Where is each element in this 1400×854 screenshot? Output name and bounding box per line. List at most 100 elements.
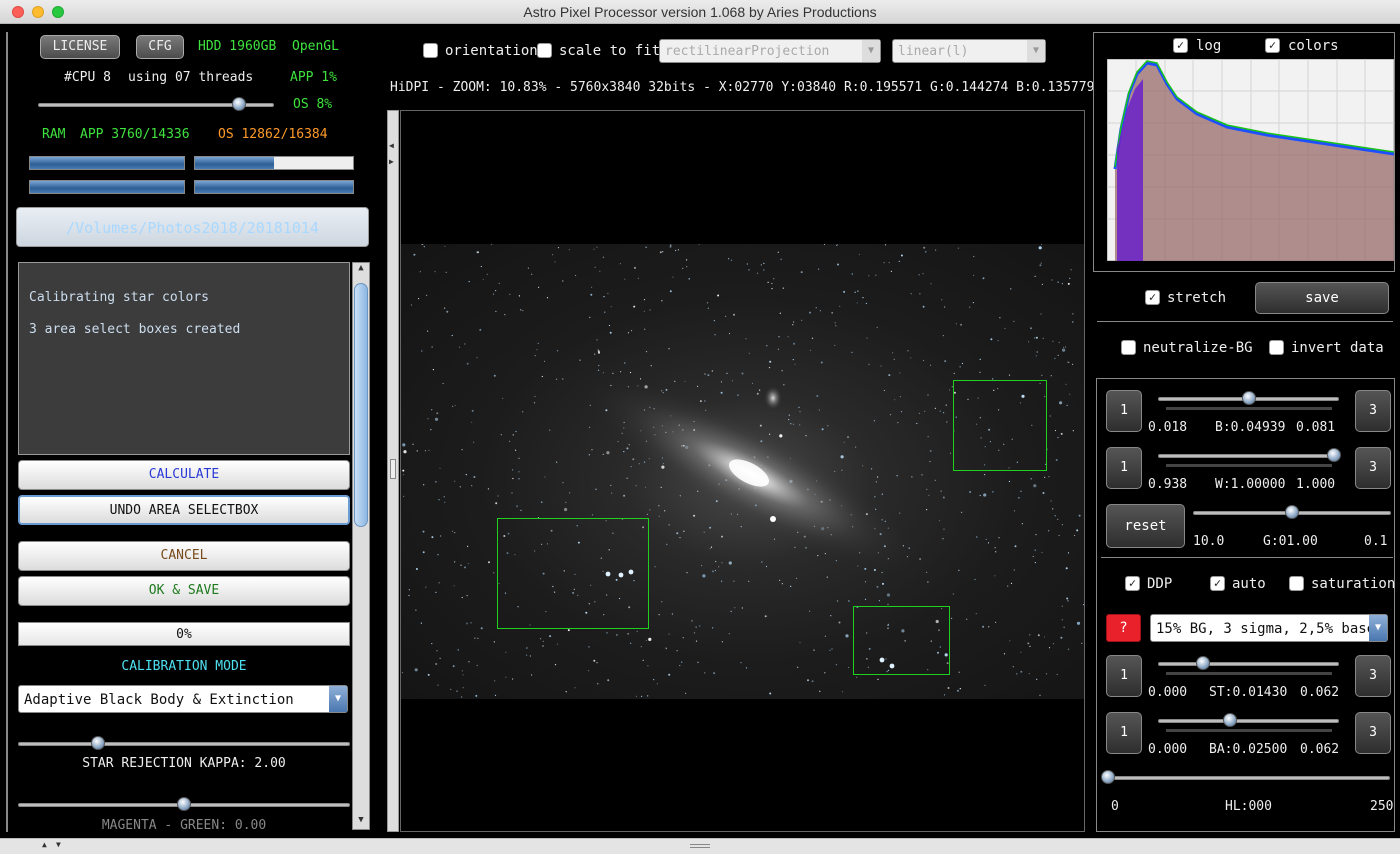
star [437,554,439,556]
magenta-green-slider-knob[interactable] [177,797,191,811]
star [838,621,841,624]
help-button[interactable]: ? [1106,614,1141,642]
scroll-up-icon[interactable]: ▲ [354,263,368,277]
star [728,561,732,565]
star [549,635,552,638]
b-slider-knob[interactable] [1241,391,1256,405]
w-slider-track[interactable] [1158,454,1339,458]
star [643,299,646,301]
star [477,637,479,639]
star [454,404,456,407]
st-slider-track[interactable] [1158,662,1339,666]
orientation-checkbox[interactable] [423,43,438,58]
stretch-checkbox[interactable]: ✓ [1145,290,1160,305]
star [831,312,833,314]
star [841,691,844,693]
colors-checkbox[interactable]: ✓ [1265,38,1280,53]
ba-slider-track[interactable] [1158,719,1339,723]
st-decrease-button[interactable]: 1 [1106,655,1142,697]
star [1040,244,1042,245]
resize-grip-icon[interactable] [690,844,710,848]
st-increase-button[interactable]: 3 [1355,655,1391,697]
area-selectbox-2[interactable] [497,518,649,629]
area-selectbox-3[interactable] [853,606,950,675]
calibration-mode-select[interactable]: Adaptive Black Body & Extinction ▼ [18,685,348,713]
save-button[interactable]: save [1255,282,1389,314]
chevron-up-icon[interactable]: ▲ [42,840,47,849]
star [702,574,706,578]
undo-area-selectbox-button[interactable]: UNDO AREA SELECTBOX [18,495,350,525]
ddp-preset-select[interactable]: 15% BG, 3 sigma, 2,5% base ▼ [1150,614,1388,642]
star [537,342,539,344]
reset-button[interactable]: reset [1106,504,1185,548]
kappa-slider-knob[interactable] [90,736,105,750]
w-slider-knob[interactable] [1326,448,1341,462]
progress-bar-2 [194,156,354,170]
chevron-down-icon[interactable]: ▼ [862,40,880,62]
w-increase-button[interactable]: 3 [1355,447,1391,489]
invert-data-checkbox[interactable] [1269,340,1284,355]
star [998,537,1000,539]
chevron-left-icon[interactable]: ◀ [389,141,394,150]
projection-select[interactable]: rectilinearProjection ▼ [659,39,881,63]
star [1048,530,1050,532]
cfg-button[interactable]: CFG [136,35,184,59]
chevron-down-icon[interactable]: ▼ [1369,615,1387,641]
star [1081,642,1083,644]
cancel-button[interactable]: CANCEL [18,541,350,571]
stretch-mode-select[interactable]: linear(l) ▼ [892,39,1046,63]
astro-image[interactable] [401,244,1084,699]
star [662,251,664,253]
b-increase-button[interactable]: 3 [1355,390,1391,432]
console-line-1: Calibrating star colors [29,290,210,305]
license-button[interactable]: LICENSE [40,35,120,59]
chevron-down-icon[interactable]: ▼ [56,840,61,849]
ba-increase-button[interactable]: 3 [1355,712,1391,754]
star [562,280,564,282]
star [880,365,882,367]
stretch-controls-panel [1096,378,1395,832]
chevron-right-icon[interactable]: ▶ [389,157,394,166]
scroll-thumb[interactable] [354,283,368,527]
st-subtrack [1166,672,1332,675]
star [898,260,900,262]
star [420,622,422,624]
log-checkbox[interactable]: ✓ [1173,38,1188,53]
g-slider-knob[interactable] [1285,505,1299,519]
hl-slider-knob[interactable] [1101,770,1115,784]
star [881,493,883,495]
ba-decrease-button[interactable]: 1 [1106,712,1142,754]
kappa-slider-track[interactable] [18,742,350,746]
ok-save-button[interactable]: OK & SAVE [18,576,350,606]
auto-checkbox[interactable]: ✓ [1210,576,1225,591]
star [946,421,948,423]
scroll-down-icon[interactable]: ▼ [354,815,368,829]
panel-collapse-handle[interactable]: ◀ ▶ [387,110,399,832]
scale-to-fit-checkbox[interactable] [537,43,552,58]
neutralize-bg-checkbox[interactable] [1121,340,1136,355]
saturation-checkbox[interactable] [1289,576,1304,591]
b-decrease-button[interactable]: 1 [1106,390,1142,432]
star [555,378,558,380]
ddp-checkbox[interactable]: ✓ [1125,576,1140,591]
hl-slider-track[interactable] [1108,776,1390,780]
star [1052,508,1054,510]
chevron-down-icon[interactable]: ▼ [1027,40,1045,62]
star [709,526,712,529]
w-decrease-button[interactable]: 1 [1106,447,1142,489]
satellite-galaxy-m110 [764,386,782,410]
area-selectbox-1[interactable] [953,380,1047,471]
thread-slider-knob[interactable] [231,97,246,111]
star [624,278,626,280]
star [943,694,946,696]
star [1013,320,1015,322]
splitter-grip-icon[interactable] [390,459,396,479]
left-scrollbar[interactable]: ▲ ▼ [352,262,370,830]
star [658,505,660,507]
star [482,278,484,280]
calculate-button[interactable]: CALCULATE [18,460,350,490]
working-directory[interactable]: /Volumes/Photos2018/20181014 [16,207,369,247]
progress-bar-4 [194,180,354,194]
star [660,486,662,488]
chevron-down-icon[interactable]: ▼ [329,686,347,712]
